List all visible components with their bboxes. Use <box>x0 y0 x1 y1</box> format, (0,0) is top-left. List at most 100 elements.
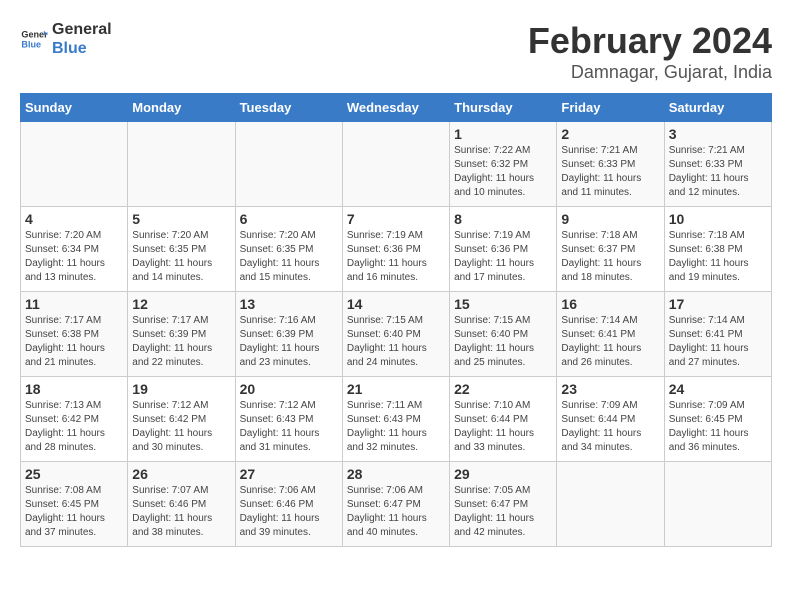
calendar-cell <box>235 122 342 207</box>
svg-text:Blue: Blue <box>21 40 41 50</box>
day-info: Sunrise: 7:05 AM Sunset: 6:47 PM Dayligh… <box>454 484 552 540</box>
calendar-cell: 13 Sunrise: 7:16 AM Sunset: 6:39 PM Dayli… <box>235 292 342 377</box>
week-row-3: 11 Sunrise: 7:17 AM Sunset: 6:38 PM Dayli… <box>21 292 772 377</box>
day-number: 15 <box>454 296 552 312</box>
header-day-wednesday: Wednesday <box>342 94 449 122</box>
calendar-cell: 25 Sunrise: 7:08 AM Sunset: 6:45 PM Dayli… <box>21 462 128 547</box>
title-area: February 2024 Damnagar, Gujarat, India <box>528 20 772 83</box>
calendar-cell: 4 Sunrise: 7:20 AM Sunset: 6:34 PM Daylig… <box>21 207 128 292</box>
calendar-cell: 16 Sunrise: 7:14 AM Sunset: 6:41 PM Dayli… <box>557 292 664 377</box>
day-info: Sunrise: 7:20 AM Sunset: 6:34 PM Dayligh… <box>25 229 123 285</box>
day-number: 20 <box>240 381 338 397</box>
calendar-cell: 14Sunrise: 7:15 AM Sunset: 6:40 PM Dayli… <box>342 292 449 377</box>
day-info: Sunrise: 7:20 AM Sunset: 6:35 PM Dayligh… <box>240 229 338 285</box>
calendar-title: February 2024 <box>528 20 772 62</box>
day-info: Sunrise: 7:07 AM Sunset: 6:46 PM Dayligh… <box>132 484 230 540</box>
day-number: 26 <box>132 466 230 482</box>
day-info: Sunrise: 7:06 AM Sunset: 6:46 PM Dayligh… <box>240 484 338 540</box>
day-info: Sunrise: 7:21 AM Sunset: 6:33 PM Dayligh… <box>669 144 767 200</box>
day-info: Sunrise: 7:18 AM Sunset: 6:38 PM Dayligh… <box>669 229 767 285</box>
day-info: Sunrise: 7:20 AM Sunset: 6:35 PM Dayligh… <box>132 229 230 285</box>
week-row-1: 1Sunrise: 7:22 AM Sunset: 6:32 PM Daylig… <box>21 122 772 207</box>
header-day-sunday: Sunday <box>21 94 128 122</box>
calendar-cell: 28Sunrise: 7:06 AM Sunset: 6:47 PM Dayli… <box>342 462 449 547</box>
calendar-cell: 6 Sunrise: 7:20 AM Sunset: 6:35 PM Daylig… <box>235 207 342 292</box>
calendar-cell: 18Sunrise: 7:13 AM Sunset: 6:42 PM Dayli… <box>21 377 128 462</box>
calendar-cell: 9Sunrise: 7:18 AM Sunset: 6:37 PM Daylig… <box>557 207 664 292</box>
calendar-cell: 26 Sunrise: 7:07 AM Sunset: 6:46 PM Dayli… <box>128 462 235 547</box>
calendar-cell: 27 Sunrise: 7:06 AM Sunset: 6:46 PM Dayli… <box>235 462 342 547</box>
day-number: 23 <box>561 381 659 397</box>
day-info: Sunrise: 7:12 AM Sunset: 6:43 PM Dayligh… <box>240 399 338 455</box>
day-number: 18 <box>25 381 123 397</box>
day-number: 3 <box>669 126 767 142</box>
calendar-cell <box>664 462 771 547</box>
day-number: 11 <box>25 296 123 312</box>
day-info: Sunrise: 7:19 AM Sunset: 6:36 PM Dayligh… <box>347 229 445 285</box>
calendar-cell <box>128 122 235 207</box>
day-info: Sunrise: 7:17 AM Sunset: 6:38 PM Dayligh… <box>25 314 123 370</box>
day-info: Sunrise: 7:15 AM Sunset: 6:40 PM Dayligh… <box>454 314 552 370</box>
day-number: 10 <box>669 211 767 227</box>
day-number: 17 <box>669 296 767 312</box>
logo: General Blue General Blue <box>20 20 112 58</box>
day-number: 19 <box>132 381 230 397</box>
calendar-cell: 19 Sunrise: 7:12 AM Sunset: 6:42 PM Dayli… <box>128 377 235 462</box>
day-number: 21 <box>347 381 445 397</box>
day-number: 7 <box>347 211 445 227</box>
day-number: 2 <box>561 126 659 142</box>
calendar-cell: 22 Sunrise: 7:10 AM Sunset: 6:44 PM Dayli… <box>450 377 557 462</box>
day-number: 24 <box>669 381 767 397</box>
header-day-saturday: Saturday <box>664 94 771 122</box>
calendar-cell: 21 Sunrise: 7:11 AM Sunset: 6:43 PM Dayli… <box>342 377 449 462</box>
calendar-cell: 15 Sunrise: 7:15 AM Sunset: 6:40 PM Dayli… <box>450 292 557 377</box>
calendar-cell: 7 Sunrise: 7:19 AM Sunset: 6:36 PM Daylig… <box>342 207 449 292</box>
calendar-cell: 8 Sunrise: 7:19 AM Sunset: 6:36 PM Daylig… <box>450 207 557 292</box>
day-number: 14 <box>347 296 445 312</box>
day-number: 6 <box>240 211 338 227</box>
day-info: Sunrise: 7:19 AM Sunset: 6:36 PM Dayligh… <box>454 229 552 285</box>
day-info: Sunrise: 7:10 AM Sunset: 6:44 PM Dayligh… <box>454 399 552 455</box>
day-info: Sunrise: 7:11 AM Sunset: 6:43 PM Dayligh… <box>347 399 445 455</box>
day-number: 4 <box>25 211 123 227</box>
calendar-cell <box>342 122 449 207</box>
calendar-cell: 5Sunrise: 7:20 AM Sunset: 6:35 PM Daylig… <box>128 207 235 292</box>
day-info: Sunrise: 7:09 AM Sunset: 6:44 PM Dayligh… <box>561 399 659 455</box>
header-row: SundayMondayTuesdayWednesdayThursdayFrid… <box>21 94 772 122</box>
logo-icon: General Blue <box>20 25 48 53</box>
header-day-thursday: Thursday <box>450 94 557 122</box>
calendar-cell: 29 Sunrise: 7:05 AM Sunset: 6:47 PM Dayli… <box>450 462 557 547</box>
day-number: 29 <box>454 466 552 482</box>
day-number: 16 <box>561 296 659 312</box>
calendar-cell: 11 Sunrise: 7:17 AM Sunset: 6:38 PM Dayli… <box>21 292 128 377</box>
page-header: General Blue General Blue February 2024 … <box>20 20 772 83</box>
calendar-cell: 24 Sunrise: 7:09 AM Sunset: 6:45 PM Dayli… <box>664 377 771 462</box>
day-info: Sunrise: 7:16 AM Sunset: 6:39 PM Dayligh… <box>240 314 338 370</box>
logo-line1: General <box>52 20 112 39</box>
day-number: 22 <box>454 381 552 397</box>
calendar-cell <box>557 462 664 547</box>
logo-line2: Blue <box>52 39 112 58</box>
day-number: 1 <box>454 126 552 142</box>
day-number: 8 <box>454 211 552 227</box>
day-number: 12 <box>132 296 230 312</box>
calendar-cell: 1Sunrise: 7:22 AM Sunset: 6:32 PM Daylig… <box>450 122 557 207</box>
day-info: Sunrise: 7:18 AM Sunset: 6:37 PM Dayligh… <box>561 229 659 285</box>
calendar-cell: 10 Sunrise: 7:18 AM Sunset: 6:38 PM Dayli… <box>664 207 771 292</box>
day-number: 27 <box>240 466 338 482</box>
day-info: Sunrise: 7:09 AM Sunset: 6:45 PM Dayligh… <box>669 399 767 455</box>
day-info: Sunrise: 7:14 AM Sunset: 6:41 PM Dayligh… <box>669 314 767 370</box>
header-day-tuesday: Tuesday <box>235 94 342 122</box>
day-number: 28 <box>347 466 445 482</box>
day-info: Sunrise: 7:14 AM Sunset: 6:41 PM Dayligh… <box>561 314 659 370</box>
calendar-cell: 3 Sunrise: 7:21 AM Sunset: 6:33 PM Daylig… <box>664 122 771 207</box>
week-row-2: 4 Sunrise: 7:20 AM Sunset: 6:34 PM Daylig… <box>21 207 772 292</box>
header-day-friday: Friday <box>557 94 664 122</box>
day-number: 25 <box>25 466 123 482</box>
day-info: Sunrise: 7:12 AM Sunset: 6:42 PM Dayligh… <box>132 399 230 455</box>
day-info: Sunrise: 7:08 AM Sunset: 6:45 PM Dayligh… <box>25 484 123 540</box>
day-number: 13 <box>240 296 338 312</box>
calendar-cell: 2Sunrise: 7:21 AM Sunset: 6:33 PM Daylig… <box>557 122 664 207</box>
week-row-4: 18Sunrise: 7:13 AM Sunset: 6:42 PM Dayli… <box>21 377 772 462</box>
calendar-subtitle: Damnagar, Gujarat, India <box>528 62 772 83</box>
